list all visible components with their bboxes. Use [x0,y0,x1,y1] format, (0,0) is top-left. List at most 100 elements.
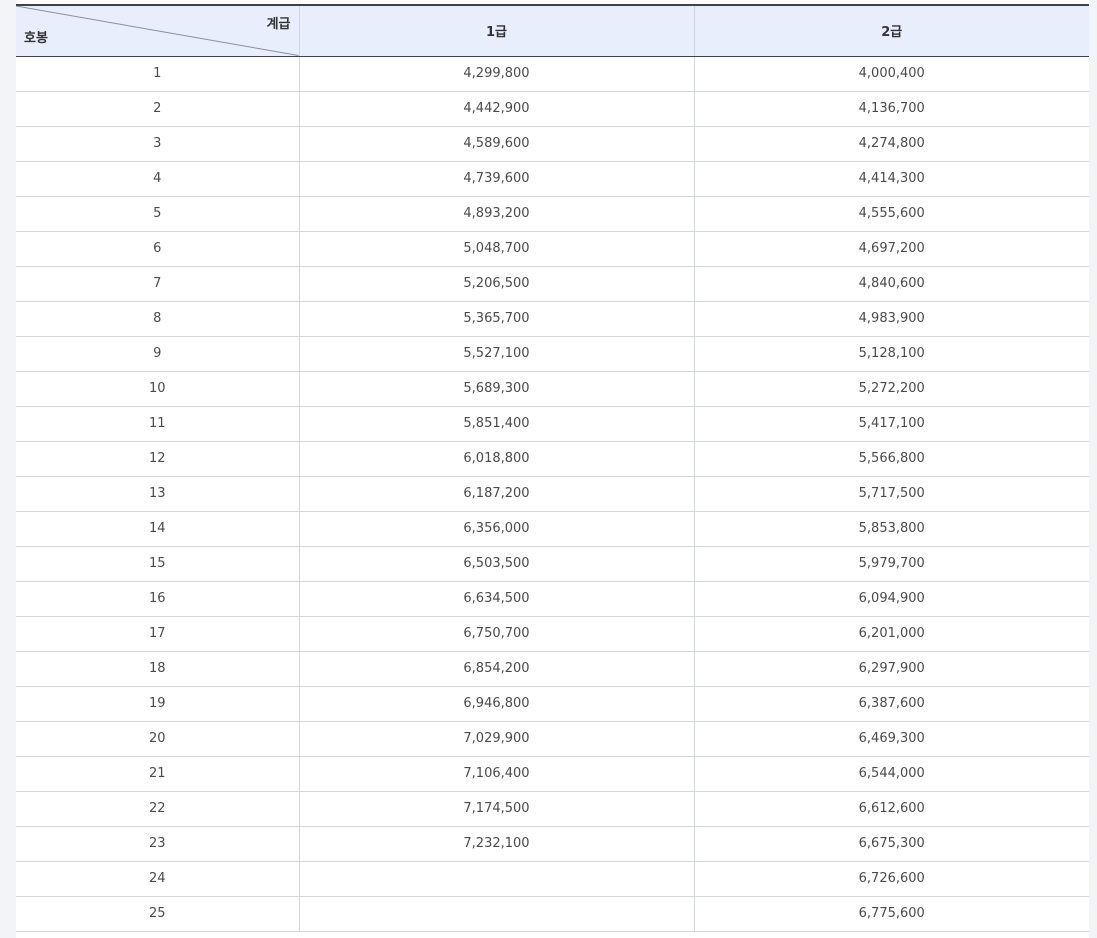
step-cell: 11 [16,406,299,442]
step-cell: 2 [16,91,299,127]
grade1-salary-cell: 4,442,900 [298,91,694,127]
grade1-salary-cell: 6,356,000 [298,511,694,547]
table-row: 21 7,106,400 6,544,000 [16,756,1089,792]
grade2-salary-cell: 6,544,000 [693,756,1089,792]
table-row: 15 6,503,500 5,979,700 [16,546,1089,582]
table-row: 23 7,232,100 6,675,300 [16,826,1089,862]
grade1-salary-cell [298,896,694,932]
step-cell: 9 [16,336,299,372]
grade2-salary-cell: 4,136,700 [693,91,1089,127]
table-row: 7 5,206,500 4,840,600 [16,266,1089,302]
table-row: 16 6,634,500 6,094,900 [16,581,1089,617]
step-cell: 23 [16,826,299,862]
grade2-salary-cell: 5,853,800 [693,511,1089,547]
table-row: 5 4,893,200 4,555,600 [16,196,1089,232]
grade2-salary-cell: 6,726,600 [693,861,1089,897]
table-row: 19 6,946,800 6,387,600 [16,686,1089,722]
grade1-salary-cell [298,861,694,897]
step-cell: 12 [16,441,299,477]
step-cell: 24 [16,861,299,897]
step-cell: 6 [16,231,299,267]
grade2-salary-cell: 4,983,900 [693,301,1089,337]
grade2-salary-cell: 4,840,600 [693,266,1089,302]
step-cell: 17 [16,616,299,652]
grade2-salary-cell: 5,128,100 [693,336,1089,372]
table-header-row: 계급 호봉 1급 2급 [16,4,1089,57]
salary-table-panel: 계급 호봉 1급 2급 1 4,299,800 4,000,400 2 4,442,90… [16,0,1089,938]
grade1-salary-cell: 6,018,800 [298,441,694,477]
table-row: 24 6,726,600 [16,861,1089,897]
grade1-salary-cell: 6,854,200 [298,651,694,687]
step-cell: 15 [16,546,299,582]
grade-axis-label: 계급 [266,17,291,32]
grade2-salary-cell: 4,697,200 [693,231,1089,267]
column-header-grade2: 2급 [693,4,1089,57]
grade2-salary-cell: 5,272,200 [693,371,1089,407]
table-row: 12 6,018,800 5,566,800 [16,441,1089,477]
grade1-salary-cell: 5,365,700 [298,301,694,337]
grade1-salary-cell: 4,299,800 [298,56,694,92]
table-row: 20 7,029,900 6,469,300 [16,721,1089,757]
table-row: 17 6,750,700 6,201,000 [16,616,1089,652]
grade2-salary-cell: 5,566,800 [693,441,1089,477]
step-cell: 22 [16,791,299,827]
step-cell: 5 [16,196,299,232]
grade1-salary-cell: 6,946,800 [298,686,694,722]
grade1-salary-cell: 5,048,700 [298,231,694,267]
grade1-salary-cell: 5,527,100 [298,336,694,372]
table-row: 10 5,689,300 5,272,200 [16,371,1089,407]
grade2-salary-cell: 4,414,300 [693,161,1089,197]
step-cell: 16 [16,581,299,617]
grade1-salary-cell: 7,174,500 [298,791,694,827]
grade1-salary-cell: 7,232,100 [298,826,694,862]
grade2-salary-cell: 6,612,600 [693,791,1089,827]
table-row: 4 4,739,600 4,414,300 [16,161,1089,197]
grade1-salary-cell: 5,851,400 [298,406,694,442]
table-row: 11 5,851,400 5,417,100 [16,406,1089,442]
table-row: 6 5,048,700 4,697,200 [16,231,1089,267]
grade2-salary-cell: 5,717,500 [693,476,1089,512]
salary-table: 계급 호봉 1급 2급 1 4,299,800 4,000,400 2 4,442,90… [16,4,1089,932]
step-cell: 1 [16,56,299,92]
grade2-salary-cell: 5,979,700 [693,546,1089,582]
grade2-salary-cell: 4,555,600 [693,196,1089,232]
grade1-salary-cell: 7,029,900 [298,721,694,757]
corner-header-cell: 계급 호봉 [16,4,299,57]
grade1-salary-cell: 6,750,700 [298,616,694,652]
table-row: 1 4,299,800 4,000,400 [16,56,1089,92]
grade1-salary-cell: 4,739,600 [298,161,694,197]
grade1-salary-cell: 4,589,600 [298,126,694,162]
grade1-salary-cell: 6,634,500 [298,581,694,617]
grade1-salary-cell: 4,893,200 [298,196,694,232]
step-cell: 10 [16,371,299,407]
step-cell: 19 [16,686,299,722]
step-cell: 7 [16,266,299,302]
table-row: 8 5,365,700 4,983,900 [16,301,1089,337]
table-row: 9 5,527,100 5,128,100 [16,336,1089,372]
step-cell: 21 [16,756,299,792]
grade2-salary-cell: 6,094,900 [693,581,1089,617]
grade1-salary-cell: 6,503,500 [298,546,694,582]
diagonal-divider [18,7,299,55]
column-header-grade1: 1급 [298,4,694,57]
table-row: 2 4,442,900 4,136,700 [16,91,1089,127]
table-row: 3 4,589,600 4,274,800 [16,126,1089,162]
step-cell: 25 [16,896,299,932]
step-cell: 13 [16,476,299,512]
grade2-salary-cell: 6,775,600 [693,896,1089,932]
grade2-salary-cell: 4,000,400 [693,56,1089,92]
step-cell: 4 [16,161,299,197]
table-row: 22 7,174,500 6,612,600 [16,791,1089,827]
table-row: 13 6,187,200 5,717,500 [16,476,1089,512]
table-row: 18 6,854,200 6,297,900 [16,651,1089,687]
grade2-salary-cell: 6,675,300 [693,826,1089,862]
grade1-salary-cell: 5,206,500 [298,266,694,302]
table-body: 1 4,299,800 4,000,400 2 4,442,900 4,136,700 3 4… [16,56,1089,932]
step-cell: 18 [16,651,299,687]
grade2-salary-cell: 4,274,800 [693,126,1089,162]
step-cell: 20 [16,721,299,757]
grade1-salary-cell: 5,689,300 [298,371,694,407]
grade2-salary-cell: 6,469,300 [693,721,1089,757]
grade2-salary-cell: 6,387,600 [693,686,1089,722]
step-cell: 14 [16,511,299,547]
